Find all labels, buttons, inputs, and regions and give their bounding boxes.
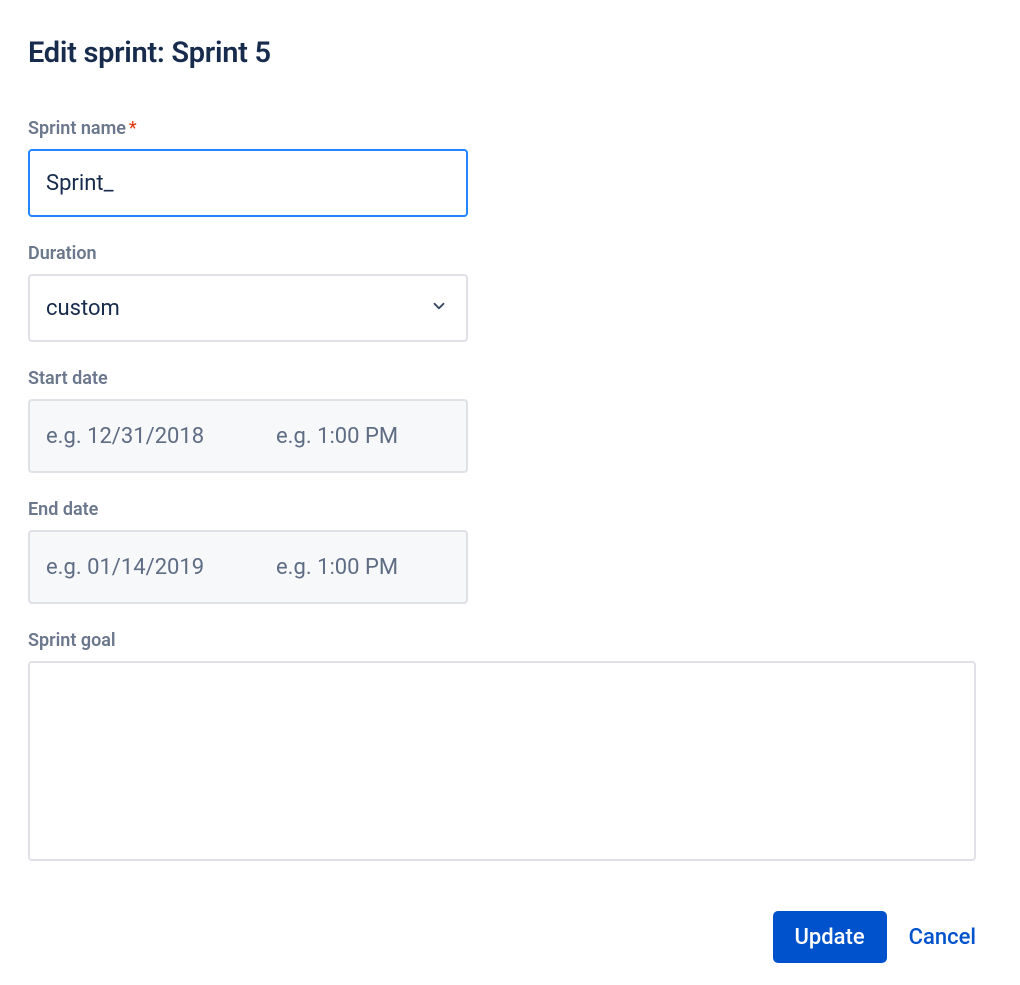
start-time-input[interactable] — [260, 401, 468, 471]
duration-select[interactable]: custom — [28, 274, 468, 342]
sprint-name-label-text: Sprint name — [28, 118, 126, 139]
dialog-actions: Update Cancel — [28, 911, 976, 963]
sprint-name-label: Sprint name* — [28, 118, 992, 139]
required-asterisk-icon: * — [129, 118, 137, 139]
sprint-goal-label: Sprint goal — [28, 630, 992, 651]
end-date-row — [28, 530, 468, 604]
start-date-group: Start date — [28, 368, 992, 473]
start-date-row — [28, 399, 468, 473]
sprint-goal-textarea[interactable] — [28, 661, 976, 861]
end-time-input[interactable] — [260, 532, 468, 602]
end-date-group: End date — [28, 499, 992, 604]
sprint-goal-group: Sprint goal — [28, 630, 992, 865]
dialog-title: Edit sprint: Sprint 5 — [28, 36, 992, 70]
duration-select-wrap: custom — [28, 274, 468, 342]
end-date-label: End date — [28, 499, 992, 520]
cancel-button[interactable]: Cancel — [909, 925, 976, 950]
update-button[interactable]: Update — [773, 911, 887, 963]
sprint-name-group: Sprint name* — [28, 118, 992, 217]
duration-group: Duration custom — [28, 243, 992, 342]
start-date-input[interactable] — [30, 401, 260, 471]
sprint-name-input[interactable] — [28, 149, 468, 217]
end-date-input[interactable] — [30, 532, 260, 602]
start-date-label: Start date — [28, 368, 992, 389]
duration-label: Duration — [28, 243, 992, 264]
